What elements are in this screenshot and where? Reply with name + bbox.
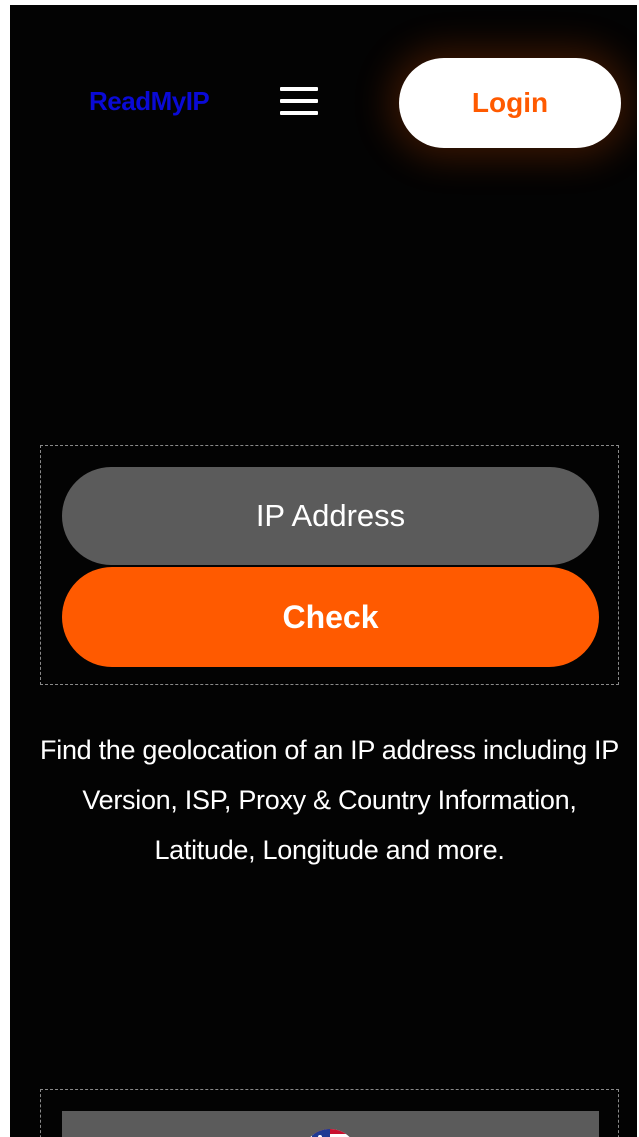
check-button[interactable]: Check <box>62 567 599 667</box>
us-flag-icon <box>302 1129 358 1137</box>
ip-result-panel <box>40 1089 619 1137</box>
login-button[interactable]: Login <box>399 58 621 148</box>
menu-bar <box>280 87 318 91</box>
ip-address-input[interactable] <box>62 467 599 565</box>
ip-result-card <box>62 1111 599 1137</box>
menu-bar <box>280 99 318 103</box>
ip-lookup-form: Check <box>40 445 619 685</box>
page: ReadMyIP Login Check Find the geolocatio… <box>10 5 637 1137</box>
hamburger-menu-icon[interactable] <box>278 85 320 119</box>
menu-bar <box>280 111 318 115</box>
brand-logo[interactable]: ReadMyIP <box>89 86 210 117</box>
description-text: Find the geolocation of an IP address in… <box>40 735 619 865</box>
